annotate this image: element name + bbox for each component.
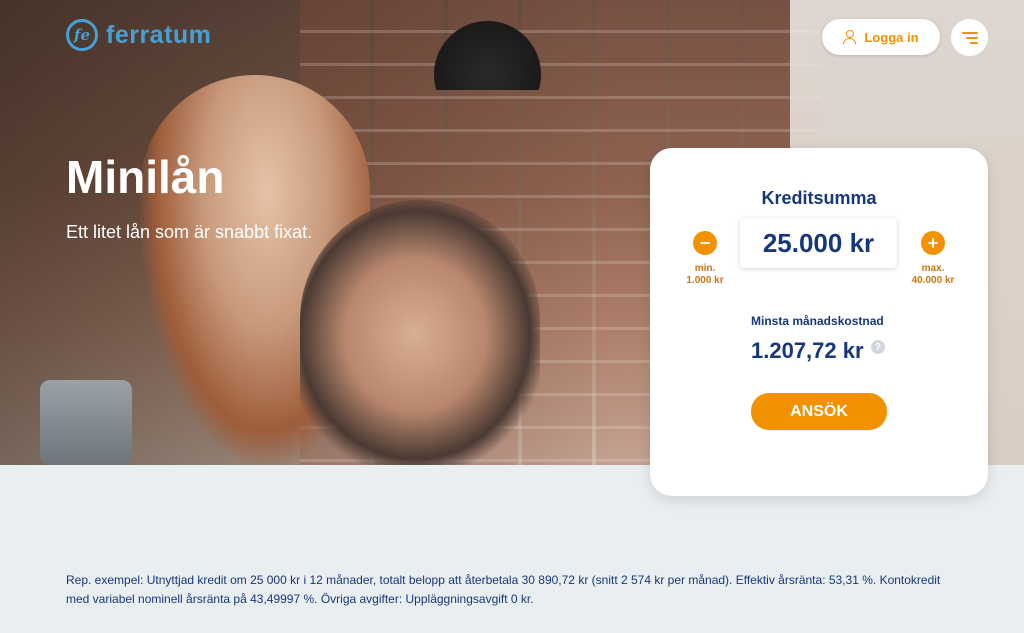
brand-logo[interactable]: fe ferratum [66, 19, 211, 51]
monthly-cost-value: 1.207,72 kr [751, 338, 864, 363]
max-amount-label: max. 40.000 kr [907, 263, 959, 287]
max-value: 40.000 kr [911, 275, 955, 286]
minus-icon: − [699, 233, 711, 253]
max-label: max. [921, 263, 945, 274]
phone-photo [40, 380, 132, 465]
menu-button[interactable] [951, 19, 988, 56]
login-label: Logga in [864, 29, 919, 45]
login-button[interactable]: Logga in [822, 19, 940, 55]
min-amount-label: min. 1.000 kr [682, 263, 728, 287]
disclaimer-line-2: med variabel nominell årsränta på 43,499… [66, 592, 534, 606]
menu-icon [962, 31, 978, 34]
user-icon [843, 30, 857, 44]
plus-icon: + [927, 233, 939, 253]
page-title: Minilån [66, 151, 225, 203]
page-subtitle: Ett litet lån som är snabbt fixat. [66, 222, 313, 242]
disclaimer-line-1: Rep. exempel: Utnyttjad kredit om 25 000… [66, 573, 941, 587]
min-value: 1.000 kr [686, 275, 724, 286]
decrease-amount-button[interactable]: − [693, 231, 717, 255]
help-icon[interactable]: ? [871, 340, 885, 354]
menu-icon-line [970, 41, 978, 44]
monthly-cost-label: Minsta månadskostnad [751, 314, 884, 328]
apply-button[interactable]: ANSÖK [751, 393, 887, 430]
calculator-title: Kreditsumma [761, 188, 877, 208]
ceiling-lamp [425, 12, 550, 90]
increase-amount-button[interactable]: + [921, 231, 945, 255]
loan-calculator: Kreditsumma − 25.000 kr + min. 1.000 kr … [650, 148, 988, 496]
man-photo [300, 200, 540, 465]
min-label: min. [694, 263, 716, 274]
representative-example: Rep. exempel: Utnyttjad kredit om 25 000… [66, 571, 966, 609]
credit-amount-field[interactable]: 25.000 kr [740, 218, 897, 268]
brand-name: ferratum [106, 20, 212, 49]
menu-icon-line [966, 36, 978, 39]
logo-mark-icon: fe [66, 19, 98, 51]
